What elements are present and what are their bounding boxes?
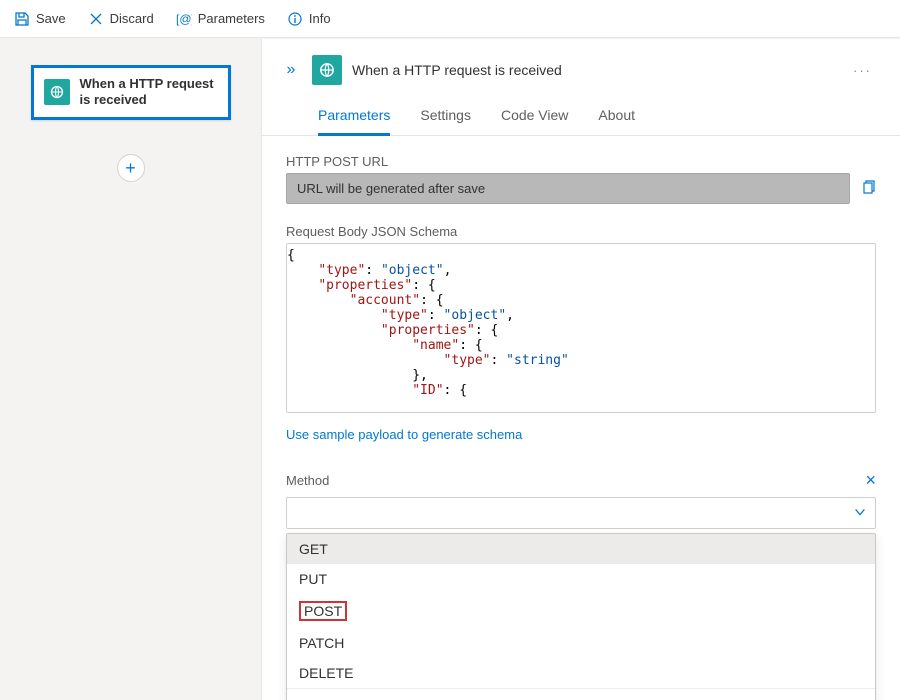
method-option-custom[interactable]: Enter custom value	[287, 688, 875, 700]
method-option-put[interactable]: PUT	[287, 564, 875, 594]
save-label: Save	[36, 11, 66, 26]
discard-icon	[88, 11, 104, 27]
tab-about[interactable]: About	[598, 107, 635, 135]
svg-text:[@]: [@]	[176, 12, 192, 26]
discard-button[interactable]: Discard	[88, 11, 154, 27]
copy-icon	[860, 179, 876, 195]
parameters-button[interactable]: [@] Parameters	[176, 11, 265, 27]
trigger-card[interactable]: When a HTTP request is received	[31, 65, 231, 120]
plus-icon: +	[125, 159, 136, 177]
info-icon	[287, 11, 303, 27]
tab-parameters[interactable]: Parameters	[318, 107, 390, 136]
method-label: Method	[286, 473, 329, 488]
http-trigger-icon	[312, 55, 342, 85]
save-button[interactable]: Save	[14, 11, 66, 27]
generate-schema-link[interactable]: Use sample payload to generate schema	[286, 427, 522, 442]
add-step-button[interactable]: +	[117, 154, 145, 182]
tab-code-view[interactable]: Code View	[501, 107, 568, 135]
info-label: Info	[309, 11, 331, 26]
method-option-patch[interactable]: PATCH	[287, 628, 875, 658]
chevron-right-double-icon: »	[287, 61, 296, 79]
discard-label: Discard	[110, 11, 154, 26]
copy-url-button[interactable]	[860, 179, 876, 198]
method-option-post[interactable]: POST	[287, 594, 875, 628]
http-url-field: URL will be generated after save	[286, 173, 850, 204]
chevron-down-icon	[853, 505, 867, 522]
close-icon: ×	[865, 470, 876, 490]
schema-textarea[interactable]: { "type": "object", "properties": { "acc…	[286, 243, 876, 413]
ellipsis-icon: ···	[853, 63, 872, 78]
trigger-card-title: When a HTTP request is received	[80, 76, 218, 109]
panel-title: When a HTTP request is received	[352, 62, 562, 78]
designer-canvas: When a HTTP request is received +	[0, 39, 262, 700]
parameters-label: Parameters	[198, 11, 265, 26]
method-option-delete[interactable]: DELETE	[287, 658, 875, 688]
collapse-panel-button[interactable]: »	[280, 59, 302, 81]
schema-label: Request Body JSON Schema	[286, 224, 876, 239]
info-button[interactable]: Info	[287, 11, 331, 27]
tab-settings[interactable]: Settings	[420, 107, 471, 135]
method-select[interactable]	[286, 497, 876, 529]
method-remove-button[interactable]: ×	[865, 470, 876, 491]
method-dropdown: GET PUT POST PATCH DELETE Enter custom v…	[286, 533, 876, 700]
parameters-icon: [@]	[176, 11, 192, 27]
http-trigger-icon	[44, 79, 70, 105]
save-icon	[14, 11, 30, 27]
panel-more-button[interactable]: ···	[853, 63, 878, 78]
http-url-label: HTTP POST URL	[286, 154, 876, 169]
method-option-get[interactable]: GET	[287, 534, 875, 564]
